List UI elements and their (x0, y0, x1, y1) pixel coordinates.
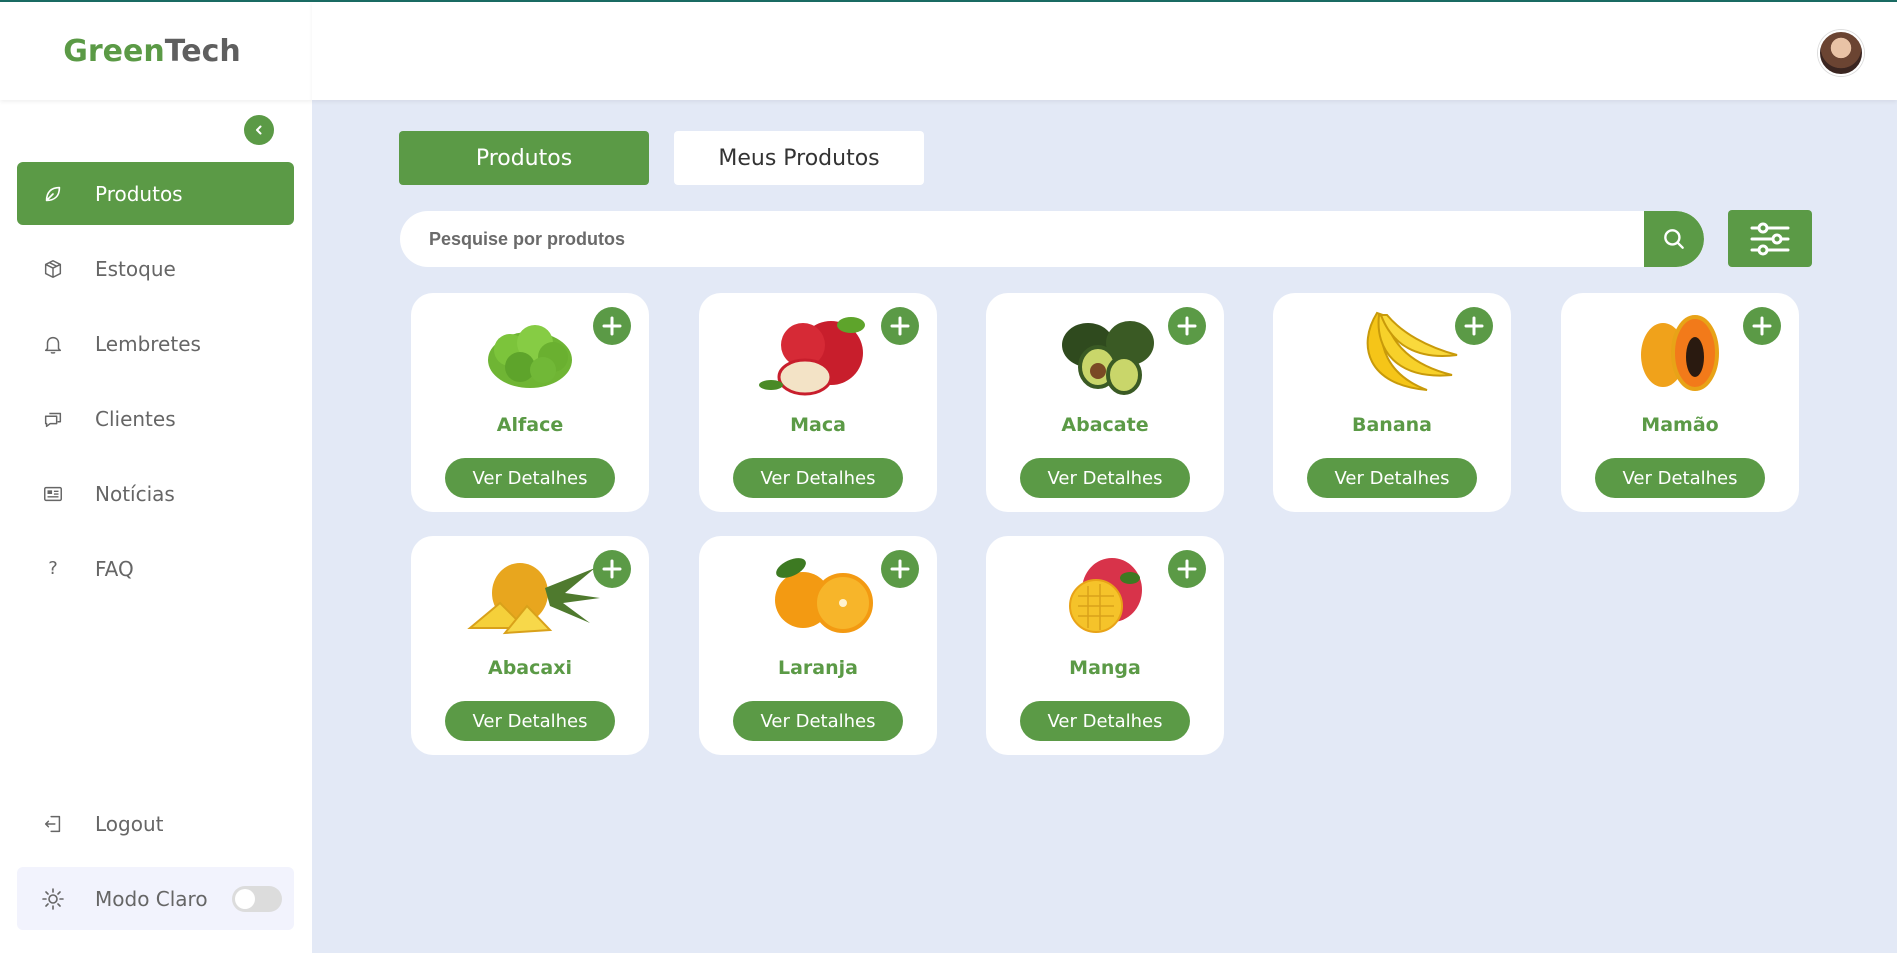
user-avatar[interactable] (1818, 30, 1864, 76)
view-details-button[interactable]: Ver Detalhes (1020, 458, 1190, 498)
product-card-manga: Manga Ver Detalhes (986, 536, 1224, 755)
product-name: Manga (1069, 657, 1141, 679)
orange-image (775, 558, 873, 633)
sidebar-item-label: Lembretes (95, 331, 201, 356)
add-product-button[interactable] (593, 550, 631, 588)
product-card-abacaxi: Abacaxi Ver Detalhes (411, 536, 649, 755)
question-icon: ? (48, 558, 58, 579)
product-name: Maca (790, 414, 846, 436)
sidebar: Green Tech Produtos Estoque Lembretes Cl… (0, 2, 312, 953)
logout-icon (41, 812, 65, 836)
sidebar-item-faq[interactable]: ? FAQ (17, 537, 294, 600)
product-name: Alface (496, 414, 564, 436)
add-product-button[interactable] (881, 307, 919, 345)
plus-icon (890, 559, 910, 579)
sidebar-bottom: Logout Modo Claro (17, 792, 294, 930)
product-card-mamao: Mamão Ver Detalhes (1561, 293, 1799, 512)
product-name: Abacate (1061, 414, 1149, 436)
product-card-abacate: Abacate Ver Detalhes (986, 293, 1224, 512)
add-product-button[interactable] (1168, 550, 1206, 588)
chat-icon (41, 407, 65, 431)
filter-button[interactable] (1728, 210, 1812, 267)
plus-icon (1177, 316, 1197, 336)
add-product-button[interactable] (1743, 307, 1781, 345)
product-name: Abacaxi (488, 657, 572, 679)
apple-image (759, 317, 865, 396)
add-product-button[interactable] (1168, 307, 1206, 345)
search-input[interactable] (400, 211, 1644, 267)
search-bar (400, 211, 1704, 267)
mango-image (1069, 558, 1142, 633)
view-details-button[interactable]: Ver Detalhes (1595, 458, 1765, 498)
sidebar-nav: Produtos Estoque Lembretes Clientes Notí… (17, 162, 294, 612)
logout-label: Logout (95, 811, 164, 836)
product-card-banana: Banana Ver Detalhes (1273, 293, 1511, 512)
sidebar-item-label: FAQ (95, 556, 134, 581)
sidebar-item-lembretes[interactable]: Lembretes (17, 312, 294, 375)
product-name: Mamão (1641, 414, 1719, 436)
search-icon (1664, 229, 1684, 249)
plus-icon (1752, 316, 1772, 336)
pineapple-image (467, 563, 600, 635)
add-product-button[interactable] (881, 550, 919, 588)
view-details-button[interactable]: Ver Detalhes (1307, 458, 1477, 498)
sidebar-item-produtos[interactable]: Produtos (17, 162, 294, 225)
box-icon (41, 257, 65, 281)
view-details-button[interactable]: Ver Detalhes (1020, 701, 1190, 741)
lettuce-image (488, 325, 572, 388)
logout-button[interactable]: Logout (17, 792, 294, 855)
view-details-button[interactable]: Ver Detalhes (733, 701, 903, 741)
view-details-button[interactable]: Ver Detalhes (733, 458, 903, 498)
plus-icon (602, 559, 622, 579)
sidebar-item-noticias[interactable]: Notícias (17, 462, 294, 525)
tab-meus-produtos[interactable]: Meus Produtos (674, 131, 924, 185)
search-button[interactable] (1644, 211, 1704, 267)
product-card-laranja: Laranja Ver Detalhes (699, 536, 937, 755)
chevron-left-icon (256, 125, 262, 135)
product-card-alface: Alface Ver Detalhes (411, 293, 649, 512)
collapse-sidebar-button[interactable] (244, 115, 274, 145)
banana-image (1366, 311, 1458, 391)
product-name: Banana (1352, 414, 1432, 436)
leaf-icon (41, 182, 65, 206)
plus-icon (1177, 559, 1197, 579)
papaya-image (1641, 315, 1719, 391)
view-details-button[interactable]: Ver Detalhes (445, 458, 615, 498)
sidebar-item-label: Estoque (95, 256, 176, 281)
add-product-button[interactable] (593, 307, 631, 345)
sidebar-item-label: Produtos (95, 181, 183, 206)
sidebar-item-label: Clientes (95, 406, 176, 431)
logo-green-text: Green (63, 33, 165, 69)
sidebar-item-clientes[interactable]: Clientes (17, 387, 294, 450)
sliders-icon (1750, 222, 1790, 255)
sidebar-item-label: Notícias (95, 481, 175, 506)
toggle-knob (235, 888, 255, 909)
add-product-button[interactable] (1455, 307, 1493, 345)
logo-gray-text: Tech (164, 33, 241, 69)
plus-icon (602, 316, 622, 336)
mode-label: Modo Claro (95, 886, 208, 911)
bell-icon (41, 332, 65, 356)
tab-produtos[interactable]: Produtos (399, 131, 649, 185)
newspaper-icon (41, 482, 65, 506)
plus-icon (890, 316, 910, 336)
sun-icon (41, 887, 65, 911)
view-details-button[interactable]: Ver Detalhes (445, 701, 615, 741)
light-mode-row: Modo Claro (17, 867, 294, 930)
product-name: Laranja (778, 657, 858, 679)
logo: Green Tech (0, 2, 312, 100)
top-header (312, 2, 1897, 100)
avocado-image (1062, 321, 1154, 395)
sidebar-item-estoque[interactable]: Estoque (17, 237, 294, 300)
plus-icon (1464, 316, 1484, 336)
mode-toggle[interactable] (232, 885, 282, 912)
product-card-maca: Maca Ver Detalhes (699, 293, 937, 512)
